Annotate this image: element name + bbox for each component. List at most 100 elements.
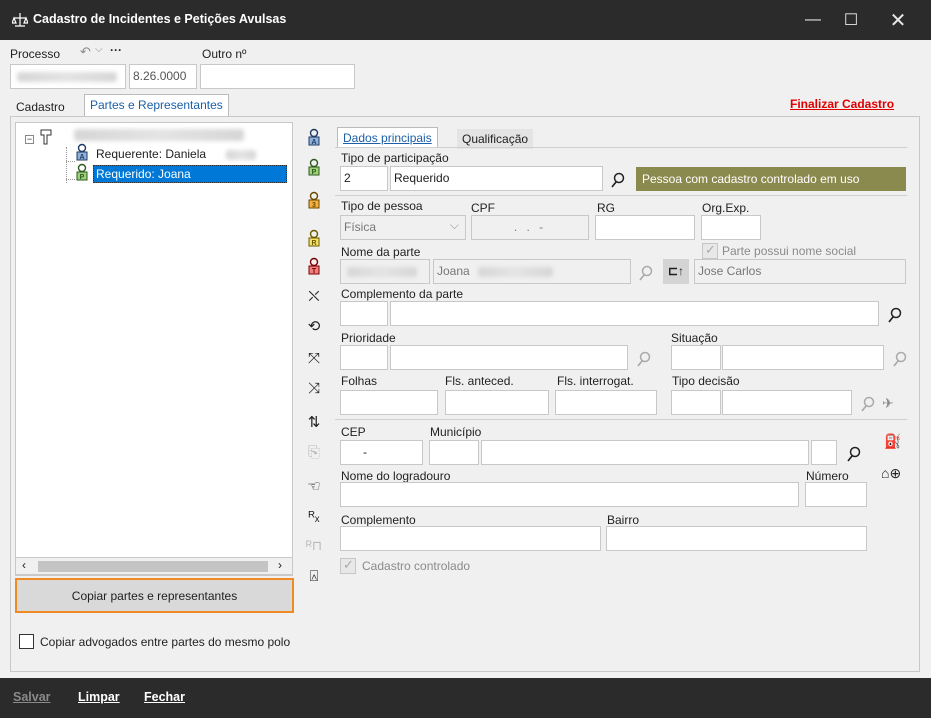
tab-partes-representantes[interactable]: Partes e Representantes (84, 94, 229, 116)
parties-tree[interactable]: − A Requerente: Daniela P Requerido: Joa… (15, 122, 293, 576)
undo-icon: ↶ (80, 44, 91, 59)
uf-field[interactable] (811, 440, 837, 465)
finalizar-cadastro-link[interactable]: Finalizar Cadastro (790, 97, 894, 111)
logradouro-field[interactable] (340, 482, 799, 507)
tab-qualificacao[interactable]: Qualificação (457, 129, 534, 149)
scrollbar-thumb[interactable] (38, 561, 268, 572)
tree-item-requerido[interactable]: Requerido: Joana (93, 165, 287, 183)
cep-lookup-icon[interactable]: ⛽ (884, 433, 901, 450)
complemento-parte-field[interactable] (390, 301, 879, 326)
bairro-field[interactable] (606, 526, 867, 551)
prioridade-code-field[interactable] (340, 345, 388, 370)
processo-suffix-field[interactable]: 8.26.0000 (129, 64, 197, 89)
tree-item-requerido-label: Requerido: Joana (96, 167, 191, 181)
search-municipio-icon[interactable] (847, 446, 863, 462)
tab-dados-principais[interactable]: Dados principais (337, 127, 438, 148)
complemento-parte-label: Complemento da parte (341, 287, 464, 301)
cpf-label: CPF (471, 201, 495, 215)
add-representante-icon[interactable]: R (302, 226, 326, 250)
search-prioridade-icon[interactable] (637, 351, 653, 367)
add-terceiro-icon[interactable]: 3 (302, 188, 326, 212)
cep-field[interactable]: - (340, 440, 423, 465)
tipo-decisao-code-field[interactable] (671, 390, 721, 415)
tree-collapse-toggle[interactable]: − (25, 135, 34, 144)
close-button[interactable]: ✕ (875, 0, 921, 40)
rg-label: RG (597, 201, 615, 215)
copiar-advogados-checkbox[interactable] (19, 634, 34, 649)
situacao-code-field[interactable] (671, 345, 721, 370)
move-party-icon[interactable]: ⤧ (302, 346, 326, 370)
group-move-icon[interactable]: ⤨ (302, 376, 326, 400)
numero-field[interactable] (805, 482, 867, 507)
nome-parte-code-field (340, 259, 430, 284)
add-address-icon[interactable]: ⌂⊕ (881, 465, 901, 482)
footer-bar: Salvar Limpar Fechar (0, 678, 931, 718)
fls-anteced-field[interactable] (445, 390, 549, 415)
prioridade-field[interactable] (390, 345, 628, 370)
tab-cadastro[interactable]: Cadastro (11, 97, 70, 117)
tipo-decisao-field[interactable] (722, 390, 852, 415)
remove-party-icon[interactable]: ⛌ (302, 284, 326, 308)
copy-documents-icon: ⎘ (307, 443, 320, 461)
tipo-participacao-code-field[interactable]: 2 (340, 166, 388, 191)
tipo-participacao-value-field[interactable]: Requerido (390, 166, 603, 191)
scroll-right-icon[interactable]: › (278, 558, 282, 572)
search-complemento-parte-icon[interactable] (888, 307, 904, 323)
complemento-parte-code-field[interactable] (340, 301, 388, 326)
tipo-participacao-label: Tipo de participação (341, 151, 449, 165)
complemento-field[interactable] (340, 526, 601, 551)
nome-social-toggle-button[interactable]: ⊏↑ (663, 259, 689, 284)
cpf-field: . . - (471, 215, 589, 240)
nome-parte-field: Joana (433, 259, 631, 284)
nome-social-checkbox: ✓ (702, 242, 718, 259)
outro-numero-field[interactable] (200, 64, 355, 89)
process-node-icon (40, 129, 52, 145)
logradouro-label: Nome do logradouro (341, 469, 451, 483)
remove-person-icon[interactable]: ᴿₓ (302, 504, 326, 528)
sort-order-icon[interactable]: ⇅ (302, 410, 326, 434)
add-requerido-icon[interactable]: P (302, 155, 326, 179)
processo-number-field[interactable] (10, 64, 126, 89)
folhas-field[interactable] (340, 390, 438, 415)
fls-interrogat-field[interactable] (555, 390, 657, 415)
rg-field[interactable] (595, 215, 695, 240)
exit-party-icon[interactable]: ⍓ (302, 564, 326, 588)
chevron-down-icon: ⌵ (95, 44, 103, 55)
bairro-label: Bairro (607, 513, 640, 527)
situacao-field[interactable] (722, 345, 884, 370)
cadastro-controlado-checkbox: ✓ (340, 557, 356, 574)
handshake-icon[interactable]: ☜ (302, 474, 326, 498)
scroll-left-icon[interactable]: ‹ (22, 558, 26, 572)
nome-parte-label: Nome da parte (341, 245, 421, 259)
cep-label: CEP (341, 425, 366, 439)
search-situacao-icon[interactable] (893, 351, 909, 367)
requerido-party-icon: P (76, 163, 88, 181)
nome-social-label: Parte possui nome social (722, 244, 857, 258)
swap-party-icon[interactable]: ⟲ (302, 314, 326, 338)
copiar-partes-label: Copiar partes e representantes (71, 589, 238, 603)
add-requerente-icon[interactable]: A (302, 125, 326, 149)
cadastro-controlado-label: Cadastro controlado (362, 559, 471, 573)
search-tipo-participacao-icon[interactable] (611, 172, 627, 188)
limpar-button[interactable]: Limpar (78, 690, 120, 704)
folhas-label: Folhas (341, 374, 378, 388)
fechar-button[interactable]: Fechar (144, 690, 185, 704)
search-tipo-decisao-icon[interactable] (861, 396, 877, 412)
copiar-partes-button[interactable]: Copiar partes e representantes (15, 578, 294, 613)
tree-horizontal-scrollbar[interactable]: ‹ › (15, 557, 293, 575)
tree-item-requerente[interactable]: Requerente: Daniela (96, 147, 206, 161)
municipio-code-field[interactable] (429, 440, 479, 465)
fls-interrogat-label: Fls. interrogat. (557, 374, 634, 388)
outro-label: Outro nº (202, 47, 247, 61)
copiar-advogados-label: Copiar advogados entre partes do mesmo p… (40, 635, 291, 649)
maximize-button[interactable]: ☐ (828, 0, 874, 40)
municipio-field[interactable] (481, 440, 809, 465)
pessoa-cadastro-controlado-button[interactable]: Pessoa com cadastro controlado em uso (636, 167, 906, 191)
orgexp-field[interactable] (701, 215, 761, 240)
more-options-button[interactable]: ··· (110, 43, 122, 57)
app-scale-icon (12, 13, 28, 27)
nome-social-field: Jose Carlos (694, 259, 906, 284)
add-outro-icon[interactable]: T (302, 254, 326, 278)
municipio-label: Município (430, 425, 482, 439)
svg-text:A: A (311, 139, 316, 146)
